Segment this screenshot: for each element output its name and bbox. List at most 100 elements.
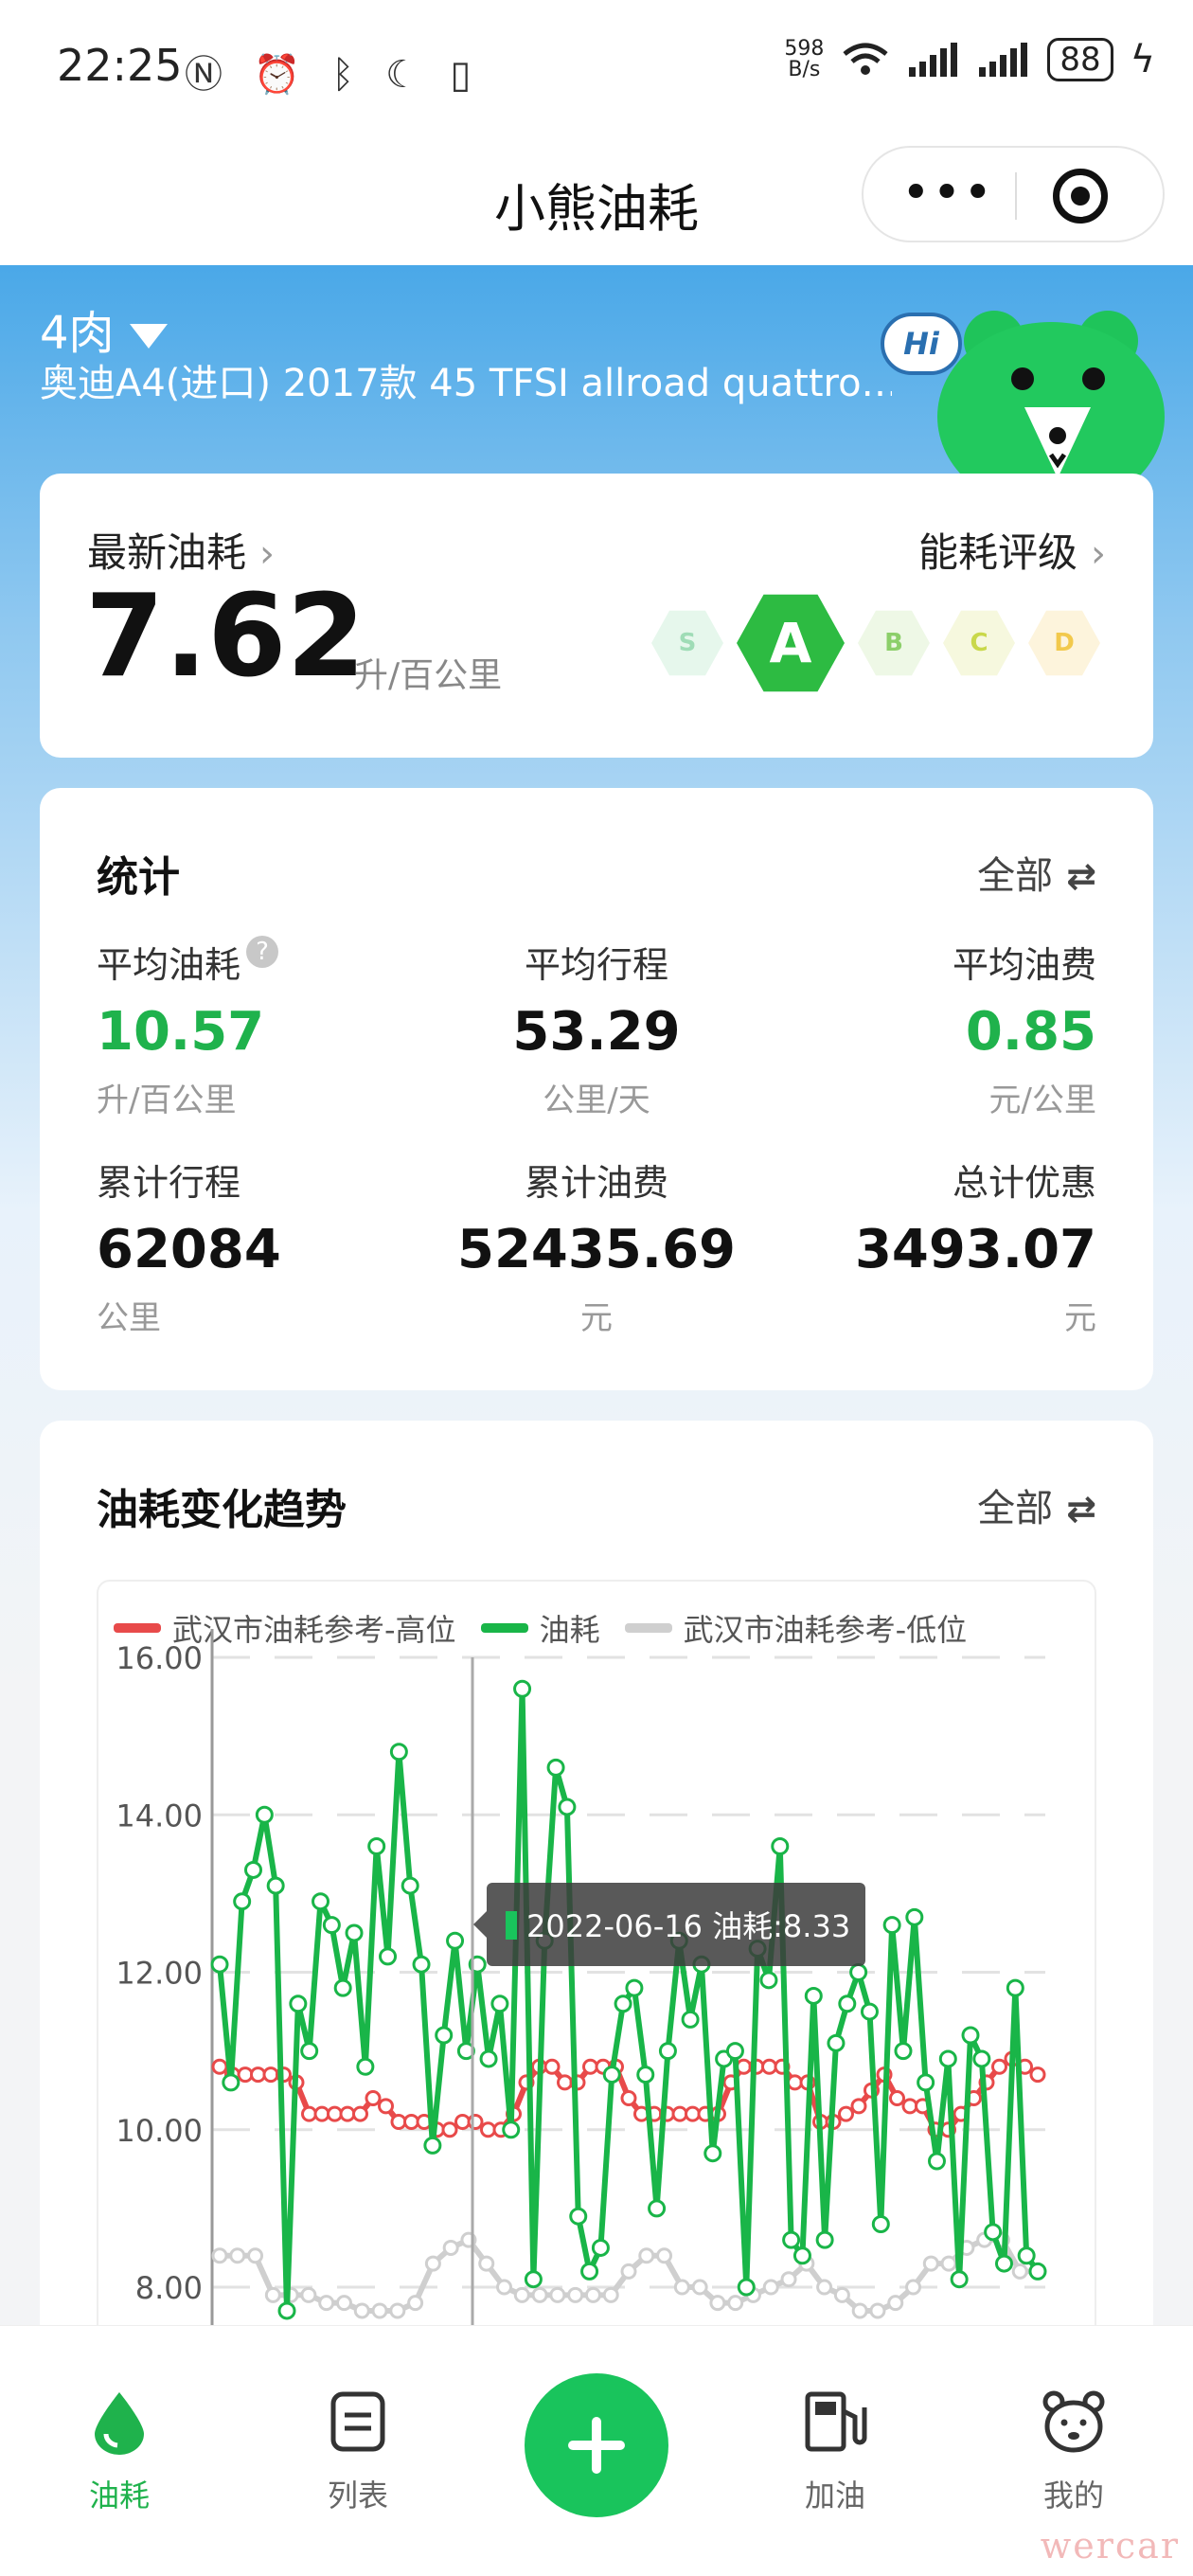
low-reference-point bbox=[780, 2271, 797, 2288]
consumption-point bbox=[681, 2010, 700, 2029]
rating-label: 能耗评级 bbox=[917, 529, 1077, 576]
y-tick-label: 8.00 bbox=[135, 2270, 203, 2306]
consumption-point bbox=[658, 2042, 677, 2061]
trend-filter[interactable]: 全部 ⇄ bbox=[977, 1477, 1096, 1532]
help-icon[interactable]: ? bbox=[246, 936, 279, 968]
nav-item-mine[interactable]: 我的 bbox=[998, 2388, 1149, 2515]
low-reference-point bbox=[407, 2295, 424, 2312]
high-reference-point bbox=[339, 2105, 356, 2122]
grade-d-badge: D bbox=[1028, 610, 1100, 676]
more-icon[interactable]: ••• bbox=[901, 169, 994, 218]
grade-badges: S A B C D bbox=[651, 589, 1100, 697]
consumption-point bbox=[961, 2026, 980, 2045]
stat-total-fuel-cost: 累计油费 52435.69 元 bbox=[437, 1154, 756, 1338]
grade-letter: D bbox=[1054, 629, 1075, 657]
stat-value: 3493.07 bbox=[854, 1219, 1096, 1280]
consumption-point bbox=[614, 1995, 632, 2013]
high-reference-point bbox=[671, 2105, 688, 2122]
high-reference-point bbox=[480, 2121, 496, 2138]
consumption-point bbox=[771, 1837, 790, 1855]
stat-unit: 元/公里 bbox=[988, 1082, 1096, 1119]
low-reference-point bbox=[673, 2279, 690, 2296]
switch-arrows-icon: ⇄ bbox=[1066, 1488, 1096, 1530]
low-reference-point bbox=[264, 2286, 281, 2303]
consumption-point bbox=[569, 2207, 588, 2226]
stat-value: 62084 bbox=[97, 1219, 281, 1280]
consumption-point bbox=[379, 1947, 398, 1966]
add-record-button[interactable] bbox=[525, 2373, 668, 2517]
latest-label-row[interactable]: 最新油耗 › bbox=[87, 521, 275, 579]
stat-label: 平均油费 bbox=[952, 944, 1096, 986]
consumption-point bbox=[938, 2049, 957, 2068]
high-reference-point bbox=[250, 2066, 266, 2084]
latest-consumption-card[interactable]: 最新油耗 › 7.62 升/百公里 能耗评级 › S A B C D bbox=[40, 474, 1153, 758]
consumption-point bbox=[401, 1876, 419, 1895]
close-target-icon[interactable] bbox=[1053, 169, 1108, 224]
consumption-point bbox=[255, 1805, 274, 1824]
low-reference-point bbox=[762, 2279, 779, 2296]
low-reference-point bbox=[656, 2247, 673, 2264]
moon-icon: ☾ bbox=[384, 53, 429, 97]
high-reference-point bbox=[365, 2090, 382, 2106]
consumption-point bbox=[591, 2238, 610, 2257]
consumption-point bbox=[367, 1837, 386, 1855]
low-reference-point bbox=[887, 2295, 904, 2312]
consumption-point bbox=[648, 2199, 667, 2218]
consumption-point bbox=[558, 1798, 577, 1816]
low-reference-point bbox=[229, 2247, 246, 2264]
consumption-point bbox=[838, 1995, 857, 2013]
low-reference-point bbox=[335, 2295, 352, 2312]
low-reference-point bbox=[549, 2286, 566, 2303]
high-reference-point bbox=[352, 2105, 368, 2122]
stat-label: 累计油费 bbox=[524, 1162, 668, 1204]
rating-label-row[interactable]: 能耗评级 › bbox=[918, 521, 1106, 579]
status-time: 22:25 bbox=[57, 40, 183, 91]
low-reference-point bbox=[922, 2255, 939, 2272]
nav-item-list[interactable]: 列表 bbox=[282, 2388, 434, 2515]
trend-title: 油耗变化趋势 bbox=[97, 1486, 347, 1534]
low-reference-point bbox=[816, 2279, 833, 2296]
consumption-point bbox=[759, 1971, 778, 1990]
status-icons: Ⓝ ⏰ ᛒ ☾ ▯ bbox=[185, 44, 481, 98]
stat-avg-distance: 平均行程 53.29 公里/天 bbox=[437, 936, 756, 1120]
stat-value: 52435.69 bbox=[456, 1219, 737, 1280]
nav-item-refuel[interactable]: 加油 bbox=[759, 2388, 911, 2515]
low-reference-point bbox=[691, 2279, 708, 2296]
low-reference-point bbox=[584, 2286, 601, 2303]
low-reference-point bbox=[851, 2302, 868, 2319]
low-reference-point bbox=[940, 2255, 957, 2272]
nav-item-consumption[interactable]: 油耗 bbox=[44, 2388, 195, 2515]
consumption-point bbox=[266, 1876, 285, 1895]
consumption-point bbox=[312, 1892, 330, 1911]
tooltip-pointer bbox=[473, 1911, 487, 1938]
low-reference-point bbox=[531, 2286, 548, 2303]
consumption-point bbox=[524, 2270, 543, 2289]
consumption-point bbox=[882, 1916, 901, 1935]
latest-value: 7.62 bbox=[85, 571, 366, 703]
low-reference-point bbox=[496, 2279, 513, 2296]
consumption-point bbox=[792, 2246, 811, 2265]
battery-indicator: 88 bbox=[1047, 38, 1113, 81]
stats-filter[interactable]: 全部 ⇄ bbox=[977, 845, 1096, 900]
tooltip-text: 2022-06-16 油耗:8.33 bbox=[526, 1908, 850, 1944]
consumption-point bbox=[905, 1907, 924, 1926]
nav-label: 我的 bbox=[1042, 2478, 1104, 2513]
statistics-card: 统计 全部 ⇄ 平均油耗? 10.57 升/百公里 平均行程 53.29 公里/天… bbox=[40, 788, 1153, 1390]
consumption-point bbox=[446, 1931, 465, 1950]
consumption-point bbox=[782, 2230, 801, 2249]
high-reference-point bbox=[454, 2113, 471, 2130]
list-icon bbox=[330, 2391, 385, 2452]
consumption-point bbox=[1028, 2262, 1047, 2281]
consumption-point bbox=[849, 1963, 868, 1981]
high-reference-point bbox=[467, 2113, 484, 2130]
stat-value: 53.29 bbox=[512, 1001, 681, 1063]
trend-filter-label: 全部 bbox=[977, 1487, 1054, 1530]
high-reference-point bbox=[543, 2058, 561, 2075]
consumption-point bbox=[1017, 2246, 1036, 2265]
y-tick-label: 16.00 bbox=[116, 1640, 203, 1676]
y-tick-label: 14.00 bbox=[116, 1798, 203, 1834]
low-reference-point bbox=[300, 2286, 317, 2303]
title-bar: 小熊油耗 ••• bbox=[0, 133, 1193, 265]
consumption-point bbox=[333, 1978, 352, 1997]
consumption-point bbox=[277, 2301, 296, 2320]
